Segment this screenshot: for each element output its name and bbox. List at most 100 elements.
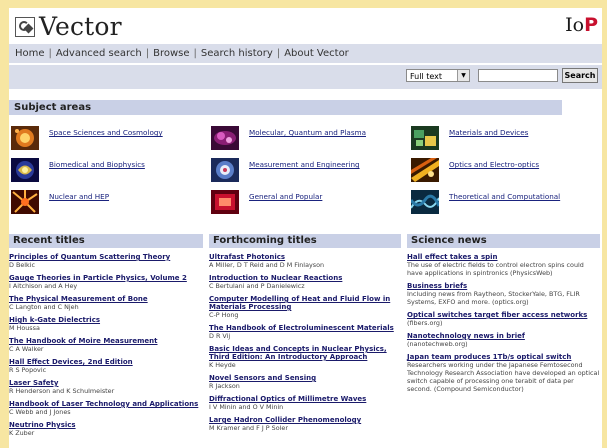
forthcoming-title-authors: R Jackson xyxy=(209,382,240,390)
subject-link-space-sciences[interactable]: Space Sciences and Cosmology xyxy=(49,128,163,137)
nav-home[interactable]: Home xyxy=(15,48,45,59)
main-nav: Home | Advanced search | Browse | Search histo… xyxy=(9,45,602,63)
subject-theoretical[interactable]: Theoretical and Computational xyxy=(411,190,601,216)
subject-areas-grid: Space Sciences and Cosmology Molecular, … xyxy=(9,120,602,226)
list-item: High k-Gate Dielectrics M Houssa xyxy=(9,316,203,332)
search-input[interactable] xyxy=(478,69,558,82)
recent-title-link[interactable]: Neutrino Physics xyxy=(9,421,203,429)
news-title-link[interactable]: Optical switches target fiber access net… xyxy=(407,311,600,319)
news-description: Researchers working under the Japanese F… xyxy=(407,361,600,393)
science-news-column: Science news Hall effect takes a spin The… xyxy=(407,234,600,393)
list-item: Principles of Quantum Scattering Theory D… xyxy=(9,253,203,269)
subject-link-nuclear[interactable]: Nuclear and HEP xyxy=(49,192,109,201)
search-button[interactable]: Search xyxy=(562,68,598,83)
recent-title-link[interactable]: Laser Safety xyxy=(9,379,203,387)
recent-title-authors: I Aitchison and A Hey xyxy=(9,282,78,290)
recent-title-link[interactable]: Principles of Quantum Scattering Theory xyxy=(9,253,203,261)
list-item: Laser Safety R Henderson and K Schulmeist… xyxy=(9,379,203,395)
optics-icon xyxy=(411,158,439,182)
list-item: Diffractional Optics of Millimetre Waves… xyxy=(209,395,401,411)
list-item: Optical switches target fiber access net… xyxy=(407,311,600,327)
chevron-down-icon: ▼ xyxy=(457,70,469,81)
forthcoming-title-link[interactable]: Computer Modelling of Heat and Fluid Flo… xyxy=(209,295,401,311)
molecule-icon xyxy=(211,126,239,150)
subject-link-theoretical[interactable]: Theoretical and Computational xyxy=(449,192,560,201)
forthcoming-title-link[interactable]: Diffractional Optics of Millimetre Waves xyxy=(209,395,401,403)
subject-optics[interactable]: Optics and Electro-optics xyxy=(411,158,601,184)
recent-title-authors: K Zuber xyxy=(9,429,35,437)
subject-link-optics[interactable]: Optics and Electro-optics xyxy=(449,160,539,169)
forthcoming-title-link[interactable]: The Handbook of Electroluminescent Mater… xyxy=(209,324,401,332)
subject-nuclear[interactable]: Nuclear and HEP xyxy=(11,190,201,216)
nav-browse[interactable]: Browse xyxy=(153,48,189,59)
recent-title-link[interactable]: The Handbook of Moire Measurement xyxy=(9,337,203,345)
app-title: Vector xyxy=(39,12,122,41)
site-header: Vector IoP xyxy=(9,8,602,45)
subject-measurement[interactable]: Measurement and Engineering xyxy=(211,158,401,184)
forthcoming-title-link[interactable]: Novel Sensors and Sensing xyxy=(209,374,401,382)
list-item: Introduction to Nuclear Reactions C Bertu… xyxy=(209,274,401,290)
recent-titles-heading: Recent titles xyxy=(9,234,203,248)
list-item: Large Hadron Collider Phenomenology M Kra… xyxy=(209,416,401,432)
news-title-link[interactable]: Nanotechnology news in brief xyxy=(407,332,600,340)
subject-general[interactable]: General and Popular xyxy=(211,190,401,216)
iop-logo-prefix: Io xyxy=(565,14,585,36)
list-item: Gauge Theories in Particle Physics, Volu… xyxy=(9,274,203,290)
theory-icon xyxy=(411,190,439,214)
subject-link-molecular[interactable]: Molecular, Quantum and Plasma xyxy=(249,128,366,137)
recent-title-link[interactable]: The Physical Measurement of Bone xyxy=(9,295,203,303)
subject-link-general[interactable]: General and Popular xyxy=(249,192,322,201)
list-item: Nanotechnology news in brief (nanotechweb… xyxy=(407,332,600,348)
measurement-icon xyxy=(211,158,239,182)
list-item: The Physical Measurement of Bone C Langto… xyxy=(9,295,203,311)
recent-title-link[interactable]: Gauge Theories in Particle Physics, Volu… xyxy=(9,274,203,282)
forthcoming-title-link[interactable]: Introduction to Nuclear Reactions xyxy=(209,274,401,282)
search-scope-select[interactable]: Full text ▼ xyxy=(406,69,470,82)
forthcoming-title-authors: D R Vij xyxy=(209,332,231,340)
recent-title-authors: M Houssa xyxy=(9,324,40,332)
forthcoming-title-authors: M Kramer and F J P Soler xyxy=(209,424,288,432)
recent-title-link[interactable]: Handbook of Laser Technology and Applica… xyxy=(9,400,203,408)
subject-link-biomedical[interactable]: Biomedical and Biophysics xyxy=(49,160,145,169)
forthcoming-title-link[interactable]: Ultrafast Photonics xyxy=(209,253,401,261)
forthcoming-title-authors: I V Minin and O V Minin xyxy=(209,403,284,411)
recent-titles-column: Recent titles Principles of Quantum Scat… xyxy=(9,234,203,437)
list-item: Japan team produces 1Tb/s optical switch… xyxy=(407,353,600,393)
news-title-link[interactable]: Japan team produces 1Tb/s optical switch xyxy=(407,353,600,361)
list-item: Computer Modelling of Heat and Fluid Flo… xyxy=(209,295,401,319)
list-item: The Handbook of Electroluminescent Mater… xyxy=(209,324,401,340)
nuclear-icon xyxy=(11,190,39,214)
vector-logo[interactable]: Vector xyxy=(15,12,122,41)
recent-title-link[interactable]: High k-Gate Dielectrics xyxy=(9,316,203,324)
news-description: (fibers.org) xyxy=(407,319,443,327)
iop-logo[interactable]: IoP xyxy=(565,14,598,36)
forthcoming-title-link[interactable]: Basic Ideas and Concepts in Nuclear Phys… xyxy=(209,345,401,361)
nav-about-vector[interactable]: About Vector xyxy=(284,48,349,59)
vector-page: Vector IoP Home | Advanced search | Browse | S… xyxy=(9,8,602,448)
list-item: Handbook of Laser Technology and Applica… xyxy=(9,400,203,416)
forthcoming-title-authors: C-P Hong xyxy=(209,311,239,319)
news-title-link[interactable]: Hall effect takes a spin xyxy=(407,253,600,261)
subject-biomedical[interactable]: Biomedical and Biophysics xyxy=(11,158,201,184)
subject-areas-heading: Subject areas xyxy=(9,100,562,115)
nav-search-history[interactable]: Search history xyxy=(201,48,273,59)
science-news-heading: Science news xyxy=(407,234,600,248)
news-description: Including news from Raytheon, StockerYal… xyxy=(407,290,580,306)
recent-title-authors: C Langton and C Njeh xyxy=(9,303,79,311)
news-title-link[interactable]: Business briefs xyxy=(407,282,600,290)
list-item: The Handbook of Moire Measurement C A Wal… xyxy=(9,337,203,353)
list-item: Neutrino Physics K Zuber xyxy=(9,421,203,437)
subject-molecular[interactable]: Molecular, Quantum and Plasma xyxy=(211,126,401,152)
subject-space-sciences[interactable]: Space Sciences and Cosmology xyxy=(11,126,201,152)
forthcoming-title-link[interactable]: Large Hadron Collider Phenomenology xyxy=(209,416,401,424)
subject-link-materials[interactable]: Materials and Devices xyxy=(449,128,528,137)
materials-icon xyxy=(411,126,439,150)
subject-link-measurement[interactable]: Measurement and Engineering xyxy=(249,160,360,169)
list-item: Ultrafast Photonics A Miller, D T Reid an… xyxy=(209,253,401,269)
nav-advanced-search[interactable]: Advanced search xyxy=(56,48,142,59)
subject-materials[interactable]: Materials and Devices xyxy=(411,126,601,152)
list-item: Hall effect takes a spin The use of elect… xyxy=(407,253,600,277)
recent-title-link[interactable]: Hall Effect Devices, 2nd Edition xyxy=(9,358,203,366)
iop-logo-mark: P xyxy=(584,14,598,36)
recent-title-authors: D Belkic xyxy=(9,261,36,269)
